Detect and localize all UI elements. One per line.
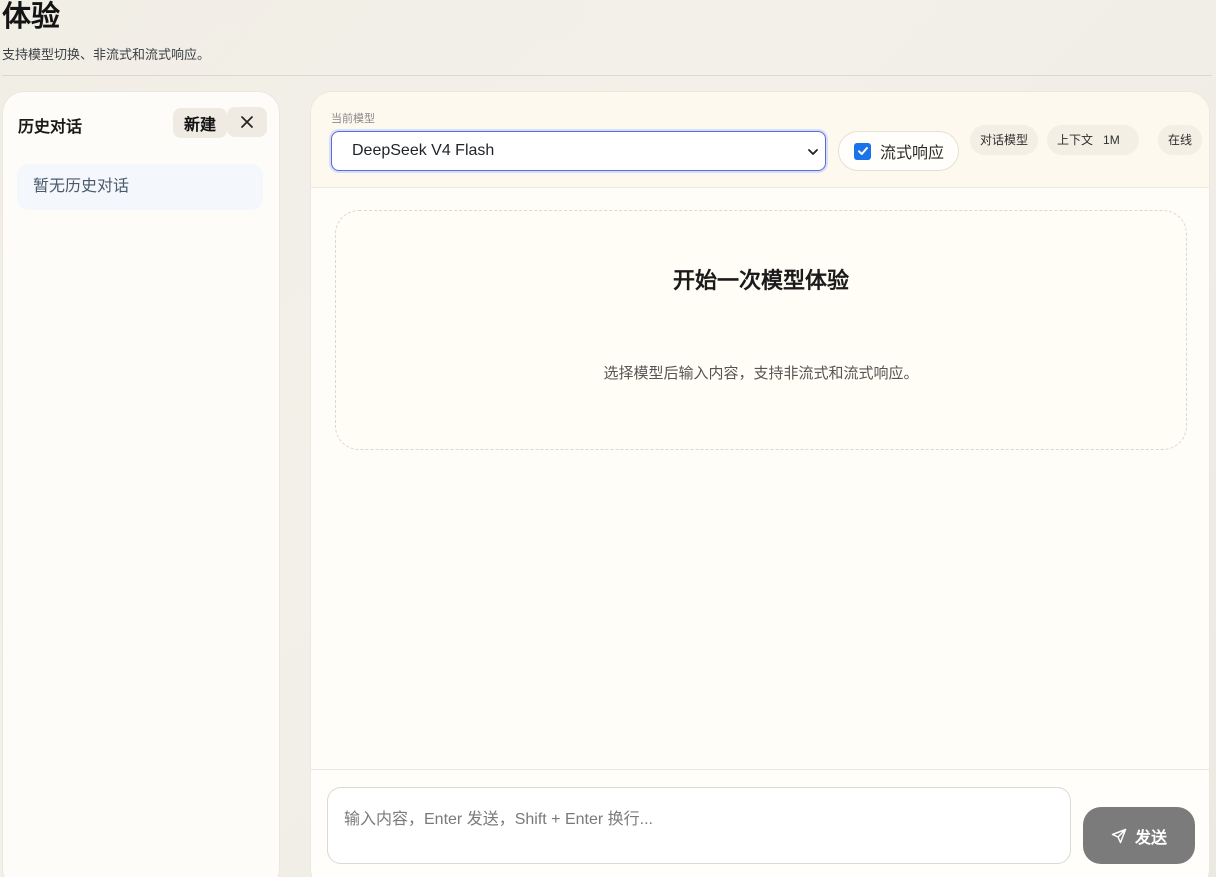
new-conversation-button[interactable]: 新建: [173, 108, 227, 138]
selected-model-text: DeepSeek V4 Flash: [352, 142, 495, 159]
model-label: 当前模型: [331, 113, 375, 125]
welcome-title: 开始一次模型体验: [672, 268, 849, 293]
composer: 发送: [311, 769, 1209, 877]
page-title: 体验: [2, 1, 61, 33]
page-subtitle: 支持模型切换、非流式和流式响应。: [2, 47, 211, 62]
welcome-description: 选择模型后输入内容，支持非流式和流式响应。: [603, 365, 919, 382]
context-label: 上下文: [1057, 133, 1094, 147]
close-icon: [241, 116, 253, 128]
stream-label: 流式响应: [880, 145, 945, 162]
context-badge: 上下文 1M: [1047, 125, 1139, 155]
chat-panel: 当前模型 DeepSeek V4 Flash 流式响应 对话模型 上下文 1M 在…: [310, 91, 1210, 877]
sidebar-title: 历史对话: [18, 119, 83, 136]
send-button[interactable]: 发送: [1083, 807, 1195, 864]
stream-checkbox[interactable]: [854, 142, 871, 160]
message-input[interactable]: [327, 787, 1071, 864]
history-empty-state: 暂无历史对话: [17, 164, 263, 210]
stream-toggle[interactable]: 流式响应: [838, 131, 959, 171]
check-icon: [857, 147, 868, 155]
close-sidebar-button[interactable]: [227, 107, 267, 137]
model-select[interactable]: DeepSeek V4 Flash: [331, 131, 826, 171]
page-header: 体验 支持模型切换、非流式和流式响应。: [2, 0, 1212, 76]
status-badge: 在线: [1158, 125, 1203, 155]
context-value: 1M: [1103, 133, 1120, 147]
history-sidebar: 历史对话 新建 暂无历史对话: [2, 91, 280, 877]
model-toolbar: 当前模型 DeepSeek V4 Flash 流式响应 对话模型 上下文 1M 在…: [311, 92, 1209, 188]
model-type-badge: 对话模型: [970, 125, 1039, 155]
welcome-card: 开始一次模型体验 选择模型后输入内容，支持非流式和流式响应。: [335, 210, 1187, 450]
send-icon: [1111, 828, 1127, 843]
chevron-down-icon: [808, 149, 818, 155]
send-label: 发送: [1134, 829, 1167, 847]
